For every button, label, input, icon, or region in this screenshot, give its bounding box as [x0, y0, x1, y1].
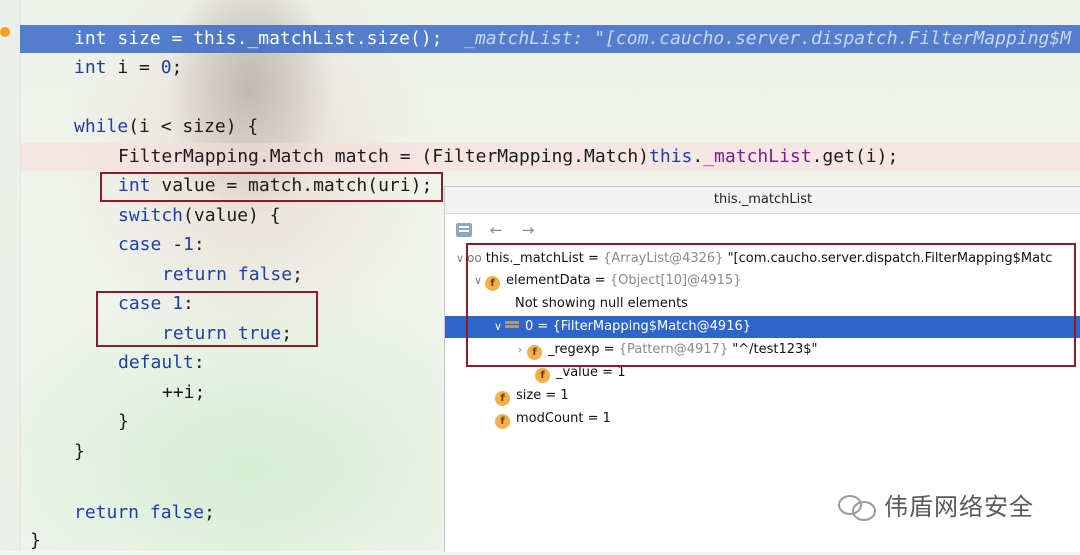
code-token: this — [649, 146, 693, 167]
code-token: return — [162, 264, 228, 285]
code-token: int — [74, 57, 107, 78]
watermark-text: 伟盾网络安全 — [884, 493, 1034, 521]
tree-node-modcount[interactable]: f modCount = 1 — [495, 408, 611, 430]
editor-gutter[interactable] — [0, 0, 21, 551]
watermark: 伟盾网络安全 — [838, 487, 1034, 522]
node-name: size — [516, 388, 542, 403]
tree-node-size[interactable]: f size = 1 — [495, 385, 569, 407]
code-token: this — [193, 28, 237, 49]
code-token: : — [193, 234, 205, 255]
code-line[interactable]: case -1: — [118, 231, 205, 259]
code-token: case — [118, 234, 162, 255]
code-token: ._matchList — [236, 28, 356, 49]
highlight-box-case-1 — [96, 291, 318, 347]
view-tree-icon[interactable] — [453, 219, 475, 241]
code-token: ; — [292, 264, 303, 285]
code-token: .size(); — [355, 28, 465, 49]
code-token: return — [74, 502, 140, 523]
code-token: } — [118, 411, 129, 432]
code-token: default — [118, 352, 194, 373]
code-token: int — [74, 28, 107, 49]
field-icon: f — [495, 414, 510, 429]
code-line[interactable]: default: — [118, 349, 205, 377]
code-token: while — [74, 116, 129, 137]
code-line[interactable]: int i = 0; — [74, 54, 182, 82]
popup-toolbar: ← → — [445, 214, 1080, 246]
popup-title: this._matchList — [445, 187, 1080, 214]
code-line[interactable]: } — [118, 408, 129, 436]
code-token: false — [237, 264, 293, 285]
chevron-down-icon[interactable]: ∨ — [453, 248, 467, 270]
code-line[interactable]: FilterMapping.Match match = (FilterMappi… — [118, 143, 898, 171]
code-token: 0 — [160, 57, 172, 78]
code-token: .get(i); — [811, 146, 899, 167]
code-token: . — [692, 146, 704, 167]
code-token: size = — [106, 28, 194, 49]
node-value: 1 — [560, 388, 569, 403]
code-token: (value) { — [183, 205, 281, 226]
arrow-right-icon[interactable]: → — [517, 219, 539, 241]
node-eq: = — [598, 365, 618, 380]
node-value: 1 — [602, 411, 611, 426]
highlight-box-match-call — [100, 172, 443, 202]
node-eq: = — [583, 411, 603, 426]
field-icon: f — [495, 391, 510, 406]
code-token: ; — [171, 57, 183, 78]
code-token: _matchList: "[com.caucho.server.dispatch… — [464, 28, 1072, 49]
field-icon: f — [535, 368, 550, 383]
code-token: (i < size) { — [128, 116, 259, 137]
node-name: _value — [556, 365, 599, 380]
arrow-left-icon[interactable]: ← — [485, 219, 507, 241]
node-eq: = — [541, 388, 561, 403]
code-line[interactable]: return false; — [74, 499, 215, 527]
code-token: - — [161, 234, 184, 255]
wechat-logo-icon — [838, 491, 876, 521]
code-token: : — [193, 352, 205, 373]
code-token: _matchList — [703, 146, 812, 167]
code-line[interactable]: while(i < size) { — [74, 113, 258, 141]
node-value: 1 — [617, 365, 626, 380]
breakpoint-icon[interactable] — [0, 27, 10, 37]
code-token: false — [149, 502, 205, 523]
code-token: switch — [118, 205, 184, 226]
code-token: FilterMapping.Match match = (FilterMappi… — [118, 146, 650, 167]
code-line[interactable]: return false; — [162, 261, 303, 289]
code-token: ; — [204, 502, 215, 523]
code-line[interactable]: int size = this._matchList.size(); _matc… — [74, 25, 1071, 53]
code-token: } — [30, 530, 41, 551]
code-token: } — [74, 441, 85, 462]
code-token: ++i; — [162, 382, 206, 403]
code-token: 1 — [183, 234, 194, 255]
code-line[interactable]: ++i; — [162, 379, 205, 407]
node-name: modCount — [516, 411, 584, 426]
code-line[interactable]: switch(value) { — [118, 202, 281, 230]
code-line[interactable]: } — [74, 438, 85, 466]
code-token: i = — [106, 57, 161, 78]
highlight-box-tree — [466, 243, 1076, 367]
